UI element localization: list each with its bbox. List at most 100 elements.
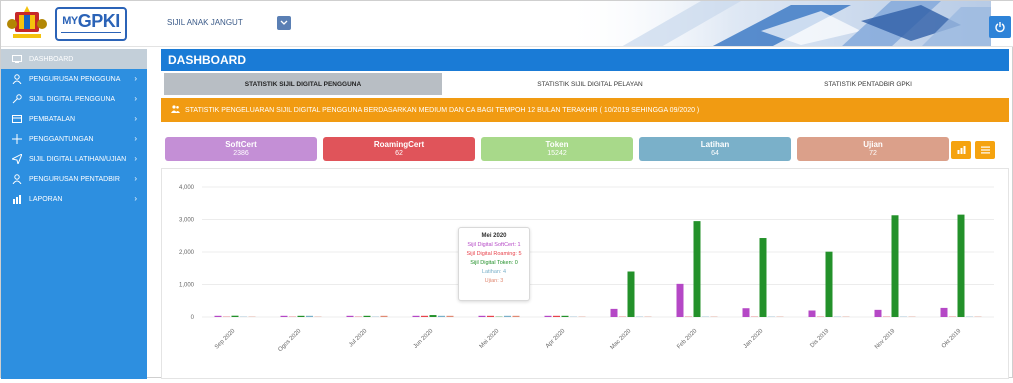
bar-latihan-11[interactable] xyxy=(966,316,973,317)
bar-sijil-digital-token-10[interactable] xyxy=(891,215,899,317)
bar-sijil-digital-token-7[interactable] xyxy=(693,221,701,317)
bar-sijil-digital-token-6[interactable] xyxy=(627,271,635,318)
bar-ujian-5[interactable] xyxy=(578,316,586,317)
bar-latihan-1[interactable] xyxy=(306,315,313,317)
bar-sijil-digital-softcert-3[interactable] xyxy=(412,315,420,317)
card-latihan[interactable]: Latihan 64 xyxy=(639,137,791,161)
card-roamingcert[interactable]: RoamingCert 62 xyxy=(323,137,475,161)
bar-sijil-digital-roaming-10[interactable] xyxy=(883,316,890,317)
bar-latihan-6[interactable] xyxy=(636,316,643,317)
sidebar-item-penggantungan[interactable]: PENGGANTUNGAN › xyxy=(1,129,147,149)
bar-ujian-3[interactable] xyxy=(446,315,454,317)
bar-ujian-10[interactable] xyxy=(908,316,916,317)
bar-latihan-5[interactable] xyxy=(570,316,577,317)
bar-latihan-2[interactable] xyxy=(372,316,379,317)
arrows-icon xyxy=(11,134,23,144)
bar-sijil-digital-token-3[interactable] xyxy=(429,315,437,317)
bar-sijil-digital-roaming-5[interactable] xyxy=(553,315,560,317)
bar-sijil-digital-softcert-11[interactable] xyxy=(940,307,948,317)
mygpki-logo: MYGPKI xyxy=(55,7,127,41)
bar-sijil-digital-roaming-11[interactable] xyxy=(949,316,956,317)
tab-statistik-pengguna[interactable]: STATISTIK SIJIL DIGITAL PENGGUNA xyxy=(164,73,442,95)
card-value: 72 xyxy=(869,150,877,157)
bar-sijil-digital-token-8[interactable] xyxy=(759,238,767,317)
sidebar-item-pengurusan-pengguna[interactable]: PENGURUSAN PENGGUNA › xyxy=(1,69,147,89)
bar-sijil-digital-softcert-1[interactable] xyxy=(280,315,288,317)
bar-sijil-digital-roaming-4[interactable] xyxy=(487,315,494,317)
bar-sijil-digital-token-11[interactable] xyxy=(957,214,965,317)
tooltip-line-roaming: Sijil Digital Roaming: 5 xyxy=(466,251,522,257)
chevron-right-icon: › xyxy=(134,194,137,203)
bar-ujian-9[interactable] xyxy=(842,316,850,317)
sidebar-item-laporan[interactable]: LAPORAN › xyxy=(1,189,147,209)
sidebar-item-sijil-digital-pengguna[interactable]: SIJIL DIGITAL PENGGUNA › xyxy=(1,89,147,109)
card-softcert[interactable]: SoftCert 2386 xyxy=(165,137,317,161)
bar-sijil-digital-softcert-2[interactable] xyxy=(346,315,354,317)
bar-ujian-7[interactable] xyxy=(710,316,718,317)
card-label: Ujian xyxy=(863,140,883,149)
power-icon[interactable] xyxy=(989,16,1011,38)
bar-sijil-digital-roaming-2[interactable] xyxy=(355,316,362,317)
tab-statistik-pentadbir[interactable]: STATISTIK PENTADBIR GPKI xyxy=(729,73,1007,95)
bar-sijil-digital-token-5[interactable] xyxy=(561,315,569,317)
sidebar-item-pengurusan-pentadbir[interactable]: PENGURUSAN PENTADBIR › xyxy=(1,169,147,189)
y-tick-label: 4,000 xyxy=(179,185,195,191)
bar-latihan-9[interactable] xyxy=(834,316,841,317)
bar-sijil-digital-softcert-0[interactable] xyxy=(214,315,222,317)
chart-container: 0 1,000 2,000 3,000 4,000 Sep 2020 Ogos 2020 Ju… xyxy=(161,168,1009,379)
bar-latihan-0[interactable] xyxy=(240,316,247,317)
bar-sijil-digital-roaming-3[interactable] xyxy=(421,315,428,317)
info-banner: STATISTIK PENGELUARAN SIJIL DIGITAL PENG… xyxy=(161,98,1009,122)
bar-ujian-0[interactable] xyxy=(248,316,256,317)
tab-statistik-pelayan[interactable]: STATISTIK SIJIL DIGITAL PELAYAN xyxy=(451,73,729,95)
bar-sijil-digital-roaming-6[interactable] xyxy=(619,316,626,317)
sidebar-item-sijil-digital-latihan-ujian[interactable]: SIJIL DIGITAL LATIHAN/UJIAN › xyxy=(1,149,147,169)
sidebar-item-dashboard[interactable]: DASHBOARD xyxy=(1,49,147,69)
bar-latihan-4[interactable] xyxy=(504,315,511,317)
x-tick-label: Feb 2020 xyxy=(676,328,699,351)
chart-tooltip: Mei 2020 Sijil Digital SoftCert: 1 Sijil… xyxy=(458,227,530,301)
chevron-down-icon[interactable] xyxy=(277,16,291,30)
bar-ujian-11[interactable] xyxy=(974,316,982,317)
user-name: SIJIL ANAK JANGUT xyxy=(167,18,243,27)
bar-sijil-digital-roaming-1[interactable] xyxy=(289,316,296,317)
bar-sijil-digital-softcert-9[interactable] xyxy=(808,310,816,318)
bar-sijil-digital-softcert-10[interactable] xyxy=(874,309,882,317)
coat-of-arms-logo xyxy=(7,6,47,42)
main-content: DASHBOARD STATISTIK SIJIL DIGITAL PENGGU… xyxy=(161,49,1009,379)
bar-sijil-digital-token-1[interactable] xyxy=(297,315,305,317)
chevron-right-icon: › xyxy=(134,94,137,103)
bar-ujian-4[interactable] xyxy=(512,315,520,317)
tooltip-line-latihan: Latihan: 4 xyxy=(481,269,507,275)
bar-latihan-10[interactable] xyxy=(900,316,907,317)
bar-sijil-digital-softcert-6[interactable] xyxy=(610,308,618,317)
x-tick-label: Dis 2019 xyxy=(809,328,830,349)
card-token[interactable]: Token 15242 xyxy=(481,137,633,161)
bar-sijil-digital-token-2[interactable] xyxy=(363,315,371,317)
bar-ujian-8[interactable] xyxy=(776,316,784,317)
bar-sijil-digital-roaming-9[interactable] xyxy=(817,316,824,317)
bar-sijil-digital-token-9[interactable] xyxy=(825,251,833,317)
sidebar-item-pembatalan[interactable]: PEMBATALAN › xyxy=(1,109,147,129)
bar-sijil-digital-softcert-8[interactable] xyxy=(742,308,750,317)
bar-sijil-digital-roaming-7[interactable] xyxy=(685,316,692,317)
bar-sijil-digital-token-4[interactable] xyxy=(495,316,503,317)
monitor-icon xyxy=(11,54,23,64)
bar-sijil-digital-softcert-7[interactable] xyxy=(676,283,684,317)
bar-ujian-2[interactable] xyxy=(380,315,388,317)
users-icon xyxy=(171,105,180,115)
bar-latihan-7[interactable] xyxy=(702,316,709,317)
bar-sijil-digital-token-0[interactable] xyxy=(231,315,239,317)
bar-sijil-digital-roaming-8[interactable] xyxy=(751,316,758,317)
card-ujian[interactable]: Ujian 72 xyxy=(797,137,949,161)
bar-ujian-1[interactable] xyxy=(314,316,322,317)
bar-sijil-digital-roaming-0[interactable] xyxy=(223,316,230,317)
menu-icon[interactable] xyxy=(975,141,995,159)
bar-sijil-digital-softcert-5[interactable] xyxy=(544,315,552,317)
bar-latihan-8[interactable] xyxy=(768,316,775,317)
bar-ujian-6[interactable] xyxy=(644,316,652,317)
bar-latihan-3[interactable] xyxy=(438,315,445,317)
chevron-right-icon: › xyxy=(134,154,137,163)
bar-sijil-digital-softcert-4[interactable] xyxy=(478,315,486,317)
bar-chart-icon[interactable] xyxy=(951,141,971,159)
